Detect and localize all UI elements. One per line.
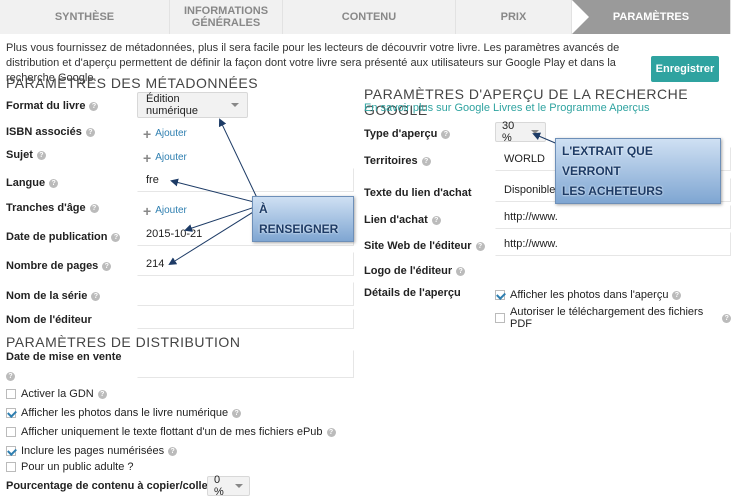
help-icon[interactable]: ? xyxy=(49,178,59,188)
help-icon[interactable]: ? xyxy=(431,215,441,225)
format-label: Format du livre? xyxy=(6,100,99,112)
help-icon[interactable]: ? xyxy=(89,101,99,111)
tab-contenu[interactable]: CONTENU xyxy=(283,0,456,34)
help-icon[interactable]: ? xyxy=(36,150,46,160)
help-icon[interactable]: ? xyxy=(456,266,466,276)
help-icon[interactable]: ? xyxy=(97,389,107,399)
pdf-download-checkbox[interactable]: Autoriser le téléchargement des fichiers… xyxy=(495,306,731,330)
sale-date-label: Date de mise en vente xyxy=(6,351,122,363)
scanned-pages-checkbox[interactable]: Inclure les pages numérisées? xyxy=(6,445,178,457)
isbn-label: ISBN associés? xyxy=(6,126,95,138)
photos-ebook-checkbox[interactable]: Afficher les photos dans le livre numéri… xyxy=(6,407,242,419)
copy-percent-label: Pourcentage de contenu à copier/coller xyxy=(6,480,212,492)
help-icon[interactable]: ? xyxy=(475,241,485,251)
pubdate-label: Date de publication? xyxy=(6,231,121,243)
copy-percent-select[interactable]: 0 % xyxy=(207,474,250,498)
subject-label: Sujet? xyxy=(6,149,46,161)
plus-icon: + xyxy=(143,149,152,166)
pages-input[interactable]: 214 xyxy=(137,252,354,276)
checkbox-icon xyxy=(6,389,16,399)
callout-fill-in: À RENSEIGNER xyxy=(252,196,354,242)
pages-label: Nombre de pages? xyxy=(6,260,112,272)
floating-text-checkbox[interactable]: Afficher uniquement le texte flottant d'… xyxy=(6,426,336,438)
buy-link-input[interactable]: http://www. xyxy=(495,205,731,229)
tab-informations-generales[interactable]: INFORMATIONS GÉNÉRALES xyxy=(170,0,283,34)
buy-text-label: Texte du lien d'achat xyxy=(364,187,472,199)
tab-parametres[interactable]: PARAMÈTRES xyxy=(572,0,731,34)
checkbox-checked-icon xyxy=(6,408,16,418)
age-label: Tranches d'âge? xyxy=(6,202,99,214)
buy-link-label: Lien d'achat? xyxy=(364,214,441,226)
help-icon[interactable]: ? xyxy=(102,261,112,271)
chevron-down-icon xyxy=(235,484,243,488)
language-label: Langue? xyxy=(6,177,59,189)
plus-icon: + xyxy=(143,202,152,219)
checkbox-icon xyxy=(6,427,16,437)
help-icon[interactable]: ? xyxy=(722,313,731,323)
metadata-section-title: PARAMÈTRES DES MÉTADONNÉES xyxy=(6,75,259,91)
tab-synthese[interactable]: SYNTHÈSE xyxy=(0,0,170,34)
callout-extract: L'EXTRAIT QUE VERRONT LES ACHETEURS xyxy=(555,138,721,204)
save-button[interactable]: Enregistrer xyxy=(651,56,719,82)
series-input[interactable] xyxy=(137,282,354,306)
preview-photos-checkbox[interactable]: Afficher les photos dans l'aperçu? xyxy=(495,289,682,301)
chevron-down-icon xyxy=(231,103,239,107)
age-add-button[interactable]: + Ajouter xyxy=(143,202,187,219)
publisher-input[interactable] xyxy=(137,309,354,329)
series-label: Nom de la série? xyxy=(6,290,101,302)
logo-label: Logo de l'éditeur? xyxy=(364,265,466,277)
checkbox-checked-icon xyxy=(495,290,505,300)
format-select[interactable]: Édition numérique xyxy=(137,92,248,118)
plus-icon: + xyxy=(143,125,152,142)
checkbox-icon xyxy=(495,313,505,323)
callout-extract-line1: L'EXTRAIT QUE VERRONT xyxy=(562,144,653,178)
checkbox-icon xyxy=(6,462,16,472)
publisher-site-input[interactable]: http://www. xyxy=(495,232,731,256)
help-icon[interactable]: ? xyxy=(326,427,336,437)
help-icon[interactable]: ? xyxy=(168,446,178,456)
preview-type-select[interactable]: 30 % xyxy=(495,120,546,144)
publisher-label: Nom de l'éditeur xyxy=(6,314,92,326)
help-icon[interactable]: ? xyxy=(89,203,99,213)
language-input[interactable]: fre xyxy=(137,168,354,192)
callout-extract-line2: LES ACHETEURS xyxy=(562,184,663,198)
help-icon[interactable]: ? xyxy=(111,232,121,242)
sale-date-input[interactable] xyxy=(137,350,354,378)
preview-learn-more-link[interactable]: En savoir plus sur Google Livres et le P… xyxy=(364,102,650,114)
help-icon[interactable]: ? xyxy=(6,372,15,381)
gdn-checkbox[interactable]: Activer la GDN? xyxy=(6,388,107,400)
preview-type-label: Type d'aperçu? xyxy=(364,128,451,140)
help-icon[interactable]: ? xyxy=(232,408,242,418)
tab-prix[interactable]: PRIX xyxy=(456,0,572,34)
checkbox-checked-icon xyxy=(6,446,16,456)
territories-label: Territoires? xyxy=(364,155,431,167)
help-icon[interactable]: ? xyxy=(672,290,682,300)
distribution-section-title: PARAMÈTRES DE DISTRIBUTION xyxy=(6,334,241,350)
preview-details-label: Détails de l'aperçu xyxy=(364,287,461,299)
subject-add-button[interactable]: + Ajouter xyxy=(143,149,187,166)
help-icon[interactable]: ? xyxy=(421,156,431,166)
adult-checkbox[interactable]: Pour un public adulte ? xyxy=(6,461,134,473)
tab-bar: SYNTHÈSE INFORMATIONS GÉNÉRALES CONTENU … xyxy=(0,0,731,34)
help-icon[interactable]: ? xyxy=(85,127,95,137)
help-icon[interactable]: ? xyxy=(441,129,451,139)
chevron-down-icon xyxy=(531,130,539,134)
tab-parametres-label: PARAMÈTRES xyxy=(612,11,690,23)
isbn-add-button[interactable]: + Ajouter xyxy=(143,125,187,142)
publisher-site-label: Site Web de l'éditeur? xyxy=(364,240,485,252)
help-icon[interactable]: ? xyxy=(91,291,101,301)
